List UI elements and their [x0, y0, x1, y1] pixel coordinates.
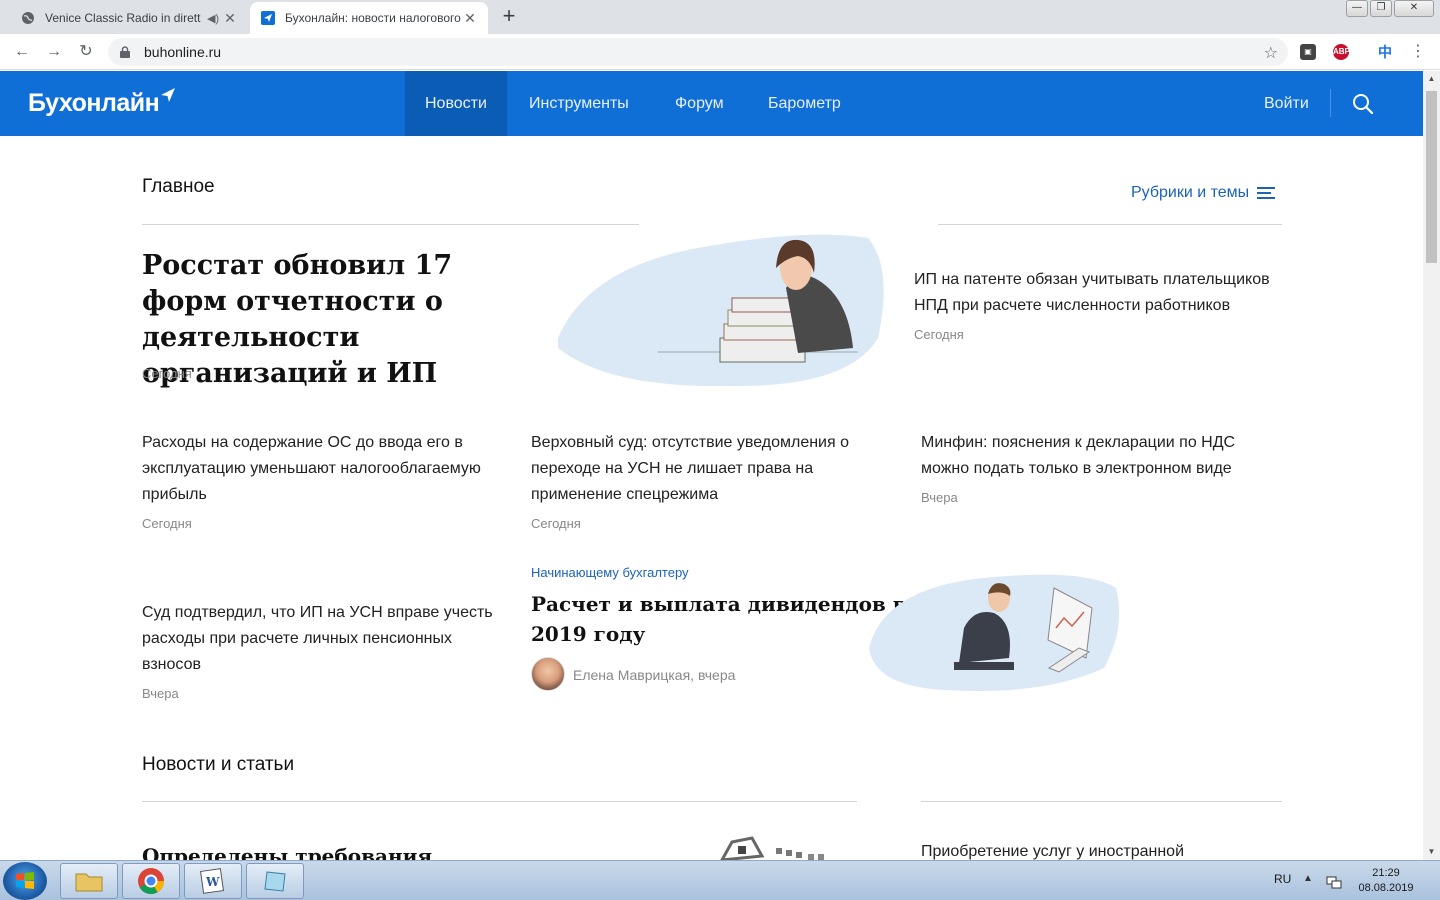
translate-extension-icon[interactable]: 中 — [1377, 44, 1393, 60]
nav-barometer[interactable]: Барометр — [748, 71, 861, 136]
category-link[interactable]: Начинающему бухгалтеру — [531, 565, 689, 580]
site-header: Бухонлайн Новости Инструменты Форум Баро… — [0, 71, 1423, 136]
nav-tools[interactable]: Инструменты — [509, 71, 649, 136]
back-arrow-icon[interactable]: ← — [12, 42, 32, 62]
taskbar-chrome[interactable] — [122, 863, 180, 899]
browser-tab-radio[interactable]: Venice Classic Radio in dirett ◀) ✕ — [10, 2, 248, 34]
article-date: Сегодня — [142, 516, 192, 531]
divider — [938, 224, 1282, 225]
side-article-title[interactable]: ИП на патенте обязан учитывать плательщи… — [914, 267, 1284, 319]
word-document-icon: W — [200, 868, 224, 894]
browser-tab-buhonline[interactable]: Бухонлайн: новости налогового ✕ — [250, 2, 488, 34]
window-close-icon[interactable]: ✕ — [1394, 0, 1434, 17]
tab-title: Бухонлайн: новости налогового — [285, 11, 461, 25]
qr-code-illustration — [720, 836, 824, 860]
logo-arrow-icon — [161, 88, 176, 102]
lead-article-title[interactable]: Росстат обновил 17 форм отчетности о дея… — [142, 248, 542, 392]
article-date: Сегодня — [531, 516, 581, 531]
taskbar-app[interactable] — [246, 863, 304, 899]
man-at-desk-illustration — [869, 574, 1120, 692]
windows-taskbar: W RU ▲ 21:29 08.08.2019 — [0, 860, 1440, 900]
folder-icon — [75, 873, 103, 892]
article-date: Вчера — [142, 686, 179, 701]
header-divider — [1330, 89, 1331, 117]
speaker-icon[interactable]: ◀) — [204, 12, 222, 25]
divider — [142, 801, 857, 802]
article-title[interactable]: Расходы на содержание ОС до ввода его в … — [142, 430, 502, 508]
start-button[interactable] — [3, 862, 47, 900]
buhonline-favicon-icon — [260, 10, 276, 26]
section-title-main: Главное — [142, 176, 215, 197]
lock-icon — [120, 46, 132, 58]
globe-icon — [20, 10, 36, 26]
network-icon[interactable] — [1326, 873, 1342, 894]
scroll-up-arrow-icon[interactable]: ▲ — [1423, 71, 1440, 87]
system-clock[interactable]: 21:29 08.08.2019 — [1350, 866, 1422, 896]
browser-menu-icon[interactable]: ⋮ — [1408, 42, 1428, 62]
search-icon[interactable] — [1352, 93, 1374, 120]
tab-title: Venice Classic Radio in dirett — [45, 11, 201, 25]
show-hidden-icons-icon[interactable]: ▲ — [1303, 873, 1313, 884]
window-controls: — ❐ ✕ — [1346, 0, 1434, 17]
language-indicator[interactable]: RU — [1274, 872, 1291, 886]
site-logo[interactable]: Бухонлайн — [28, 88, 176, 118]
bookmark-star-icon[interactable]: ☆ — [1264, 43, 1278, 63]
nav-news[interactable]: Новости — [405, 71, 507, 136]
menu-lines-icon — [1257, 187, 1276, 199]
notebook-icon — [264, 871, 286, 892]
divider — [921, 801, 1282, 802]
login-link[interactable]: Войти — [1264, 71, 1309, 136]
url-text: buhonline.ru — [144, 44, 222, 60]
scroll-down-arrow-icon[interactable]: ▼ — [1423, 844, 1440, 860]
divider — [142, 224, 639, 225]
forward-arrow-icon[interactable]: → — [44, 42, 64, 62]
browser-toolbar: ← → ↻ buhonline.ru ☆ ▣ ABP 中 ⋮ — [0, 34, 1440, 70]
address-bar[interactable]: buhonline.ru ☆ — [108, 38, 1288, 66]
article-title[interactable]: Минфин: пояснения к декларации по НДС мо… — [921, 430, 1251, 482]
scrollbar-thumb[interactable] — [1426, 91, 1437, 263]
new-tab-button[interactable]: + — [498, 5, 520, 28]
extension-icon[interactable]: ▣ — [1300, 44, 1316, 60]
taskbar-explorer[interactable] — [60, 863, 118, 899]
article-title[interactable]: Суд подтвердил, что ИП на УСН вправе уче… — [142, 600, 502, 678]
author-avatar — [531, 657, 565, 691]
svg-text:W: W — [205, 875, 220, 889]
reload-icon[interactable]: ↻ — [76, 42, 96, 62]
close-tab-icon[interactable]: ✕ — [222, 10, 238, 27]
minimize-icon[interactable]: — — [1346, 0, 1368, 17]
article-date: Вчера — [921, 490, 958, 505]
rubrics-link[interactable]: Рубрики и темы — [1131, 184, 1276, 202]
chrome-icon — [138, 868, 165, 895]
nav-forum[interactable]: Форум — [655, 71, 744, 136]
browser-tab-strip: Venice Classic Radio in dirett ◀) ✕ Бухо… — [0, 0, 1440, 34]
section-title-news: Новости и статьи — [142, 754, 295, 775]
taskbar-word[interactable]: W — [184, 863, 242, 899]
article-title[interactable]: Верховный суд: отсутствие уведомления о … — [531, 430, 861, 508]
lead-article-date: Сегодня — [142, 366, 192, 381]
restore-icon[interactable]: ❐ — [1370, 0, 1392, 17]
side-article-date: Сегодня — [914, 327, 964, 342]
adblock-icon[interactable]: ABP — [1333, 44, 1350, 60]
woman-with-folders-illustration — [558, 234, 884, 387]
page-scrollbar[interactable]: ▲ ▼ — [1423, 71, 1440, 860]
author-byline: Елена Маврицкая, вчера — [573, 667, 736, 683]
close-tab-icon[interactable]: ✕ — [462, 10, 478, 27]
windows-logo-icon — [16, 872, 34, 889]
